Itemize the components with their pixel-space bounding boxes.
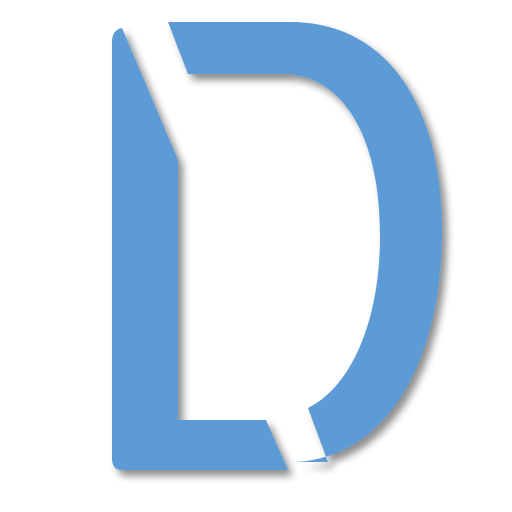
logo-right-bowl — [168, 22, 442, 462]
letter-d-logo-icon — [112, 22, 442, 470]
logo-canvas — [0, 0, 512, 512]
logo-left-stroke — [112, 28, 288, 470]
